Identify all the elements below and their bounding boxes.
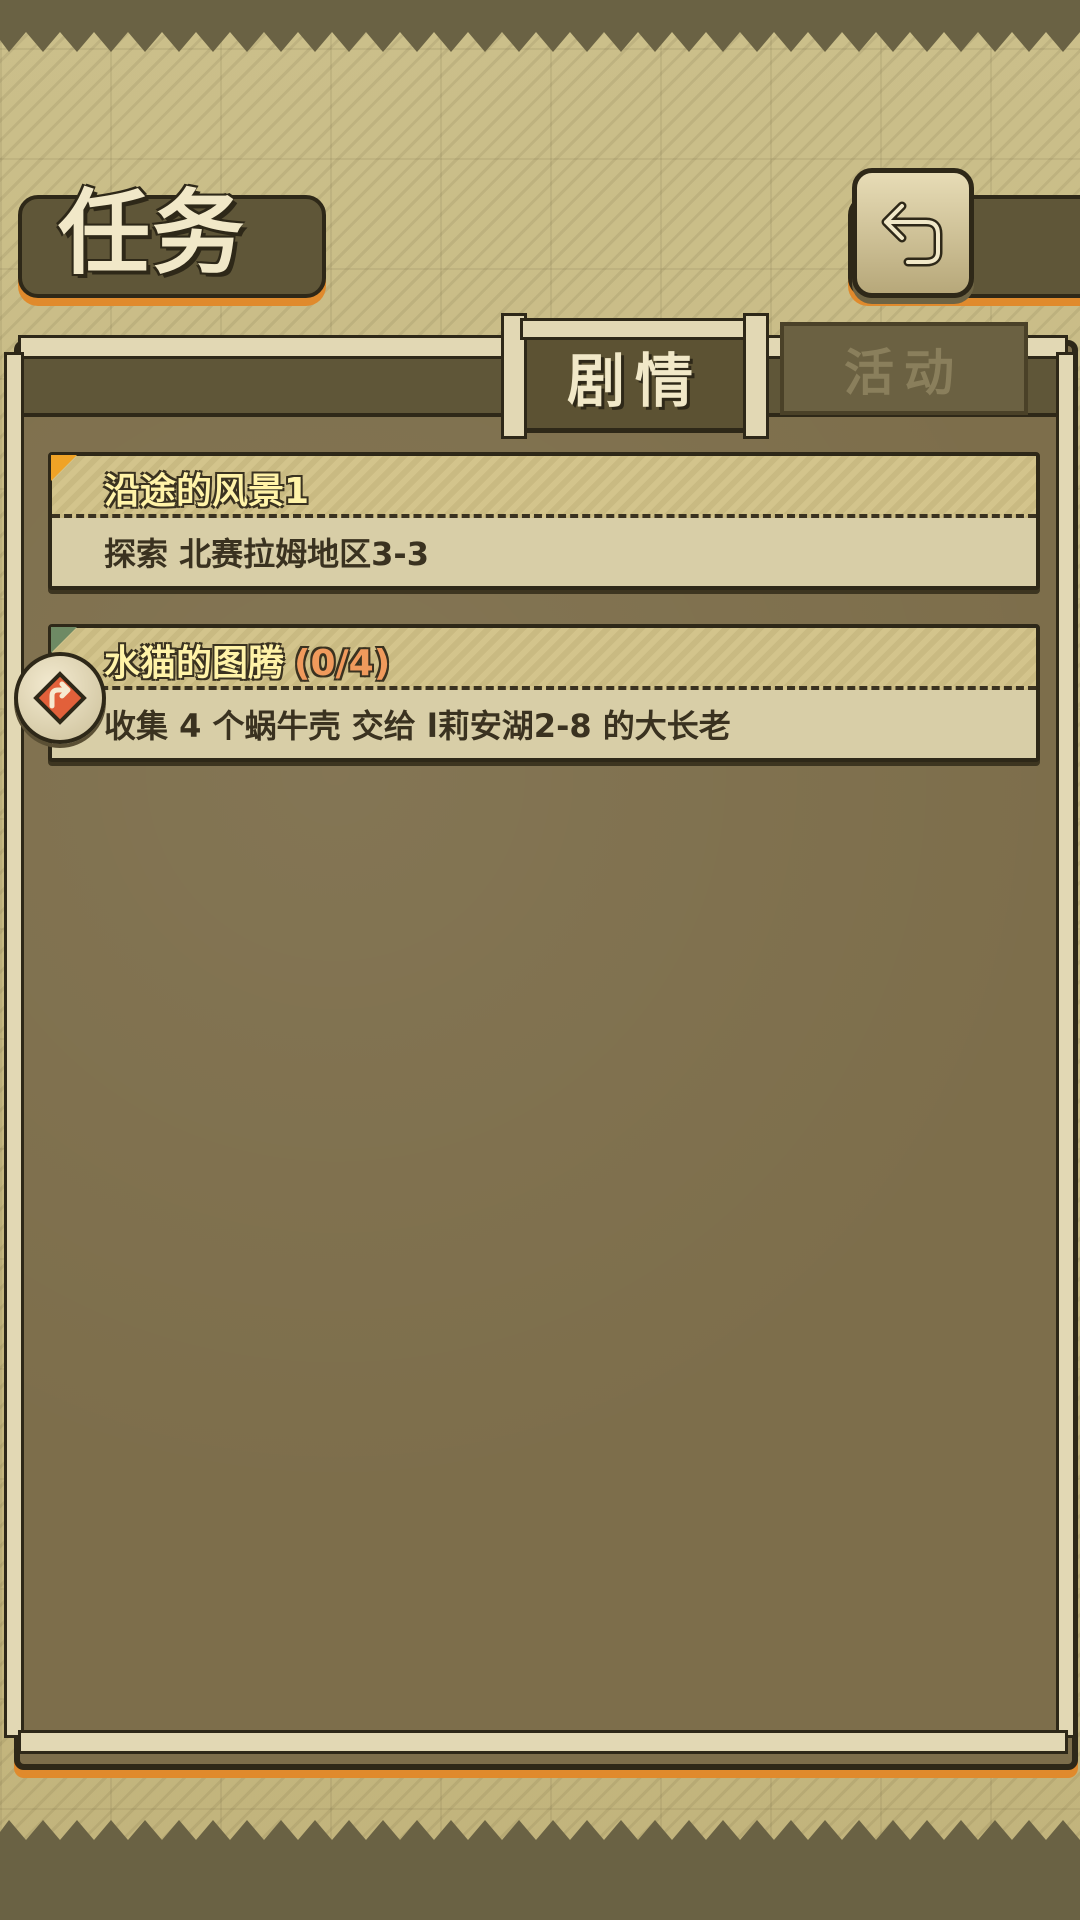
navigate-arrow-icon <box>33 671 87 725</box>
return-arrow-icon <box>881 201 943 267</box>
panel-right-frame <box>1056 352 1076 1738</box>
track-quest-button[interactable] <box>14 652 106 744</box>
quest-description: 收集 4 个蜗牛壳 交给 l莉安湖2-8 的大长老 <box>104 707 731 745</box>
back-button[interactable] <box>852 168 974 298</box>
quest-description: 探索 北赛拉姆地区3-3 <box>104 535 429 573</box>
quest-card[interactable]: 水猫的图腾 (0/4) 收集 4 个蜗牛壳 交给 l莉安湖2-8 的大长老 <box>48 624 1040 762</box>
quest-corner-marker <box>51 627 77 653</box>
tab-story-label: 剧情 <box>566 346 703 415</box>
quest-corner-marker <box>51 455 77 481</box>
quest-header: 水猫的图腾 (0/4) <box>51 627 1036 690</box>
page-title: 任务 <box>58 179 247 287</box>
quest-title: 水猫的图腾 <box>104 643 285 684</box>
top-zigzag-border <box>0 0 1080 52</box>
bottom-zigzag-border <box>0 1820 1080 1920</box>
quest-title: 沿途的风景1 <box>104 471 310 512</box>
quest-card[interactable]: 沿途的风景1 探索 北赛拉姆地区3-3 <box>48 452 1040 590</box>
tab-event-label: 活动 <box>844 342 964 402</box>
quest-header: 沿途的风景1 <box>51 455 1036 518</box>
panel-left-frame <box>4 352 24 1738</box>
panel-bottom-frame <box>18 1730 1068 1754</box>
tab-story-cap <box>520 318 746 340</box>
quest-progress: (0/4) <box>294 643 391 684</box>
tab-event[interactable]: 活动 <box>780 322 1028 415</box>
